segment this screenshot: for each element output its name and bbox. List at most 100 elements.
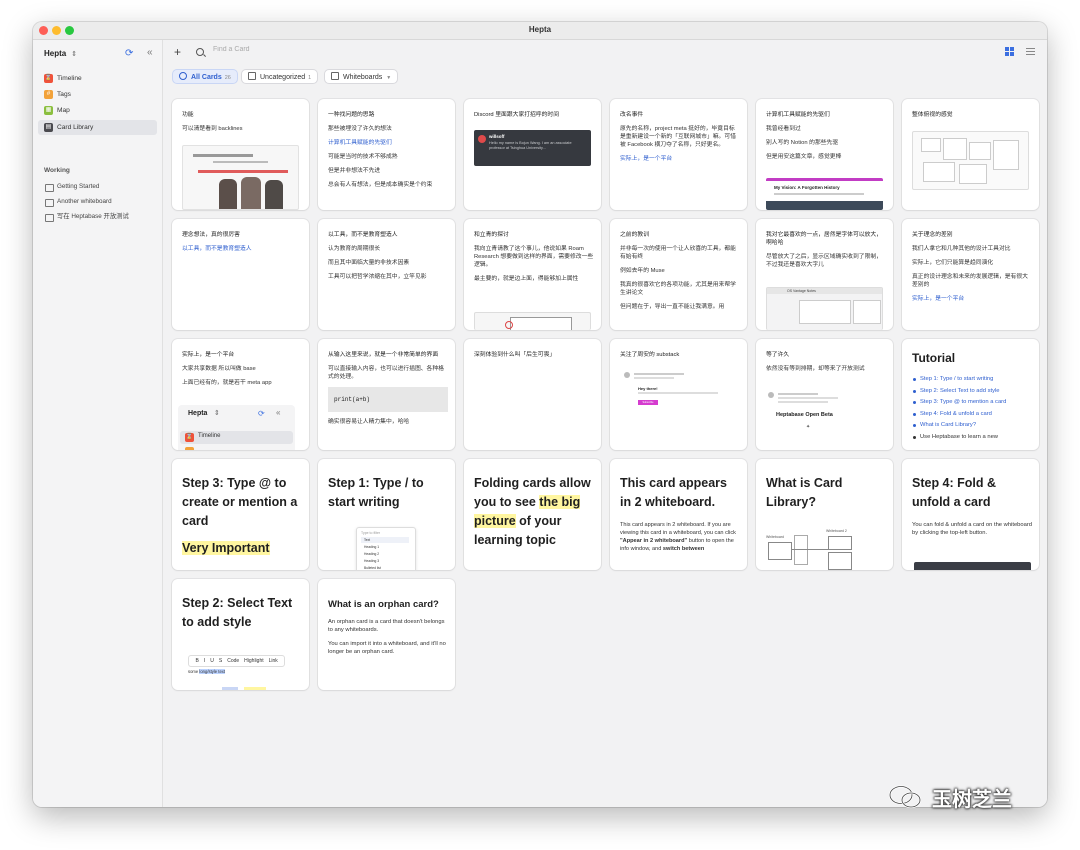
card-link[interactable]: 计算机工具赋能的先驱们 — [328, 139, 448, 147]
sidebar-item-tags[interactable]: # Tags — [38, 87, 157, 102]
substack-title: Hey there! — [638, 386, 658, 391]
card-text: 上面已经有的，就是若干 meta app — [182, 380, 272, 386]
card-text: 从输入这里来说，就是一个非常简单的界面 — [328, 352, 439, 358]
whiteboard-icon — [45, 184, 54, 192]
card-link[interactable]: 实际上，是一个平台 — [912, 295, 1032, 303]
card-text: 实际上，它们只能算是趋同演化 — [912, 260, 994, 266]
card[interactable]: 以工具，而不是教育塑造人 认为教育的周期很长 而且其中面临大量的非技术因素 工具… — [318, 219, 455, 330]
sidebar-item-card-library[interactable]: ▤ Card Library — [38, 120, 157, 135]
filter-label: Uncategorized — [260, 74, 306, 81]
card[interactable]: What is an orphan card? An orphan card i… — [318, 579, 455, 690]
tutorial-link[interactable]: Step 2: Select Text to add style — [912, 386, 1032, 398]
card[interactable]: Tutorial Step 1: Type / to start writing… — [902, 339, 1039, 450]
whiteboard-icon — [45, 214, 54, 222]
card[interactable]: 实际上，是一个平台 大家共享数据 所以叫做 base 上面已经有的，就是若干 m… — [172, 339, 309, 450]
whiteboard-item[interactable]: 写在 Heptabase 开放测试 — [38, 210, 157, 224]
card-link[interactable]: 实际上，是一个平台 — [620, 155, 740, 163]
avatar — [478, 135, 486, 143]
card-text: 计算机工具赋能的先驱们 — [766, 112, 830, 118]
card-text: You can import it into a whiteboard, and… — [328, 641, 446, 655]
sync-icon: ⟳ — [258, 409, 265, 418]
whiteboard-item[interactable]: Getting Started — [38, 180, 157, 194]
search-icon[interactable] — [196, 48, 204, 56]
card[interactable]: 功能 可以清楚看到 backlines — [172, 99, 309, 210]
card[interactable]: Discord 里面跟大家打招呼的时间 willsoff Hello my na… — [464, 99, 601, 210]
filter-uncategorized[interactable]: Uncategorized 1 — [241, 69, 319, 84]
card-text: Discord 里面跟大家打招呼的时间 — [474, 112, 560, 118]
filter-all-cards[interactable]: All Cards 26 — [172, 69, 238, 84]
message-author: willsoff — [489, 134, 505, 139]
card[interactable]: 理念想法，真的很厉害 以工具，而不是教育塑造人 — [172, 219, 309, 330]
card-screenshot-thumbnail — [182, 145, 299, 210]
message-text: Hello my name is Bojun Wang. I am an ass… — [489, 141, 572, 150]
tutorial-link[interactable]: Step 1: Type / to start writing — [912, 374, 1032, 386]
section-working: Working — [44, 167, 70, 174]
tag-icon: # — [44, 90, 53, 99]
card[interactable]: 之前的教训 并非每一次的使用一个让人欣喜的工具，都能有始有终 例如去年的 Mus… — [610, 219, 747, 330]
workspace-switcher[interactable]: Hepta ⇕ — [44, 49, 77, 58]
sidebar-item-map[interactable]: ▦ Map — [38, 103, 157, 118]
card[interactable]: 深刻体验到什么叫「后生可畏」 — [464, 339, 601, 450]
card-title: This card appears in 2 whiteboard. — [620, 476, 727, 509]
list-view-icon[interactable] — [1026, 48, 1035, 56]
card[interactable]: 改名事件 原先的名称，project meta 挺好的，毕竟目标是重新建设一个新… — [610, 99, 747, 210]
tutorial-link[interactable]: Step 4: Fold & unfold a card — [912, 409, 1032, 421]
card[interactable]: 我对它最喜欢的一点，居然是字体可以放大，啊哈哈 尽管放大了之后，显示区域确实收到… — [756, 219, 893, 330]
sync-icon[interactable]: ⟳ — [125, 48, 133, 59]
chevron-updown-icon: ⇕ — [71, 51, 78, 58]
card-text: An orphan card is a card that doesn't be… — [328, 619, 445, 633]
card-text: 深刻体验到什么叫「后生可畏」 — [474, 352, 556, 358]
menu-item: Heading 2 — [364, 552, 380, 556]
card[interactable]: Step 2: Select Text to add style B I U S Cod… — [172, 579, 309, 690]
article-thumbnail: My Vision: A Forgotten History — [766, 178, 883, 210]
card-library-diagram: Whiteboard Whiteboard 2 — [766, 527, 882, 570]
wechat-icon — [888, 785, 922, 809]
search-input[interactable] — [213, 46, 373, 53]
tutorial-link[interactable]: Step 3: Type @ to mention a card — [912, 397, 1032, 409]
sidebar-item-timeline[interactable]: ⌛ Timeline — [38, 71, 157, 86]
discord-message-thumbnail: willsoff Hello my name is Bojun Wang. I … — [474, 130, 591, 166]
card[interactable]: What is Card Library? Whiteboard Whitebo… — [756, 459, 893, 570]
workspace-name: Hepta — [44, 49, 67, 58]
card[interactable]: 关注了周安的 substack Hey there! Subscribe — [610, 339, 747, 450]
card[interactable]: 和立青的探讨 我向立青请教了这个事儿，他说如果 Roam Research 想要… — [464, 219, 601, 330]
tutorial-link[interactable]: What is Card Library? — [912, 420, 1032, 432]
substack-thumbnail: Hey there! Subscribe — [620, 368, 737, 416]
card-text: 最主要的，就是边上面，得能够加上属性 — [474, 276, 579, 282]
card[interactable]: Step 1: Type / to start writing Type to … — [318, 459, 455, 570]
card[interactable]: This card appears in 2 whiteboard. This … — [610, 459, 747, 570]
card-text: 改名事件 — [620, 112, 644, 118]
whiteboard-label: Getting Started — [57, 183, 100, 190]
all-cards-icon — [179, 72, 187, 80]
mini-workspace-name: Hepta — [188, 410, 208, 417]
card[interactable]: 计算机工具赋能的先驱们 我曾经看到过 别人写的 Notion 的那些先驱 但是用… — [756, 99, 893, 210]
card[interactable]: Step 4: Fold & unfold a card You can fol… — [902, 459, 1039, 570]
sidebar-item-label: Map — [57, 107, 70, 114]
card-text: 一种找问题的思路 — [328, 112, 375, 118]
card-text: 依然没有等到排期，却等来了开放测试 — [766, 366, 865, 372]
subscribe-button: Subscribe — [638, 400, 658, 405]
card-link[interactable]: 以工具，而不是教育塑造人 — [182, 245, 302, 253]
card-text: 关于理念的差别 — [912, 232, 953, 238]
diagram-label: Whiteboard — [766, 535, 784, 539]
card-text: 功能 — [182, 112, 194, 118]
card-text: 真正的设计理念和未来的发展逻辑，是有很大差别的 — [912, 274, 1028, 288]
card-title: What is an orphan card? — [328, 599, 439, 610]
strike-tool: S — [218, 658, 223, 664]
card[interactable]: 整体俯视的感觉 — [902, 99, 1039, 210]
card[interactable]: 关于理念的差别 我们人拿它和几种其他的设计工具对比 实际上，它们只能算是趋同演化… — [902, 219, 1039, 330]
card-screenshot-thumbnail — [914, 562, 1031, 570]
card[interactable]: Step 3: Type @ to create or mention a ca… — [172, 459, 309, 570]
card-text: 例如去年的 Muse — [620, 268, 665, 274]
card[interactable]: 一种找问题的思路 那些被埋没了许久的想法 计算机工具赋能的先驱们 可能是当时的技… — [318, 99, 455, 210]
card[interactable]: Folding cards allow you to see the big p… — [464, 459, 601, 570]
card[interactable]: 从输入这里来说，就是一个非常简单的界面 可以直接输入内容，也可以进行插图、各种格… — [318, 339, 455, 450]
card[interactable]: 等了许久 依然没有等到排期，却等来了开放测试 Heptabase Open Be… — [756, 339, 893, 450]
add-card-icon[interactable]: + — [174, 45, 181, 59]
whiteboard-overview-thumbnail — [912, 131, 1029, 190]
grid-view-icon[interactable] — [1005, 47, 1014, 56]
chevron-updown-icon: ⇕ — [214, 410, 220, 417]
filter-whiteboards[interactable]: Whiteboards ▼ — [324, 69, 399, 84]
whiteboard-item[interactable]: Another whiteboard — [38, 195, 157, 209]
collapse-sidebar-icon[interactable]: « — [147, 47, 153, 58]
